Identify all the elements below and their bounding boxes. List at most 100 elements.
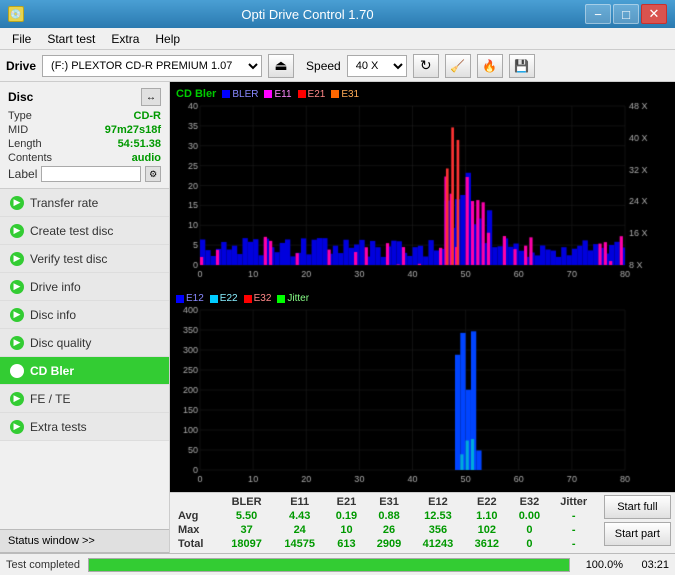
col-header-e22: E22 bbox=[464, 495, 509, 509]
nav-cd-bler[interactable]: ▶ CD Bler bbox=[0, 357, 169, 385]
legend-e31: E31 bbox=[331, 89, 359, 100]
contents-value: audio bbox=[132, 152, 161, 164]
menu-file[interactable]: File bbox=[4, 30, 39, 48]
col-header-e12: E12 bbox=[411, 495, 464, 509]
disc-panel: Disc ↔ Type CD-R MID 97m27s18f Length 54… bbox=[0, 82, 169, 189]
cell-value: - bbox=[550, 509, 598, 523]
maximize-button[interactable]: □ bbox=[613, 4, 639, 24]
nav-icon-quality: ▶ bbox=[10, 336, 24, 350]
nav-extra-tests[interactable]: ▶ Extra tests bbox=[0, 413, 169, 441]
content-area: CD Bler BLER E11 E21 E31 E12 E22 E32 Jit… bbox=[170, 82, 675, 553]
length-label: Length bbox=[8, 138, 42, 150]
legend-e12: E12 bbox=[176, 293, 204, 304]
drive-select[interactable]: (F:) PLEXTOR CD-R PREMIUM 1.07 bbox=[42, 55, 262, 77]
cell-value: 12.53 bbox=[411, 509, 464, 523]
cell-value: 14575 bbox=[273, 537, 326, 551]
menubar: File Start test Extra Help bbox=[0, 28, 675, 50]
chart1-canvas bbox=[170, 102, 675, 283]
action-buttons: Start full Start part bbox=[604, 495, 671, 546]
label-input[interactable] bbox=[41, 166, 141, 182]
data-table-wrapper: BLER E11 E21 E31 E12 E22 E32 Jitter Avg5… bbox=[174, 495, 671, 551]
chart1-name: CD Bler bbox=[176, 88, 216, 100]
progress-bar-inner bbox=[89, 559, 569, 571]
speed-select[interactable]: 40 X bbox=[347, 55, 407, 77]
cell-value: 0.88 bbox=[367, 509, 412, 523]
col-header-e32: E32 bbox=[509, 495, 549, 509]
status-window-button[interactable]: Status window >> bbox=[0, 529, 169, 553]
start-part-button[interactable]: Start part bbox=[604, 522, 671, 546]
nav-disc-info[interactable]: ▶ Disc info bbox=[0, 301, 169, 329]
drivebar: Drive (F:) PLEXTOR CD-R PREMIUM 1.07 ⏏ S… bbox=[0, 50, 675, 82]
chart1-area bbox=[170, 102, 675, 283]
cell-value: 0.00 bbox=[509, 509, 549, 523]
length-value: 54:51.38 bbox=[118, 138, 161, 150]
cell-value: 356 bbox=[411, 523, 464, 537]
refresh-button[interactable]: ↻ bbox=[413, 54, 439, 78]
nav-transfer-rate[interactable]: ▶ Transfer rate bbox=[0, 189, 169, 217]
menu-start-test[interactable]: Start test bbox=[39, 30, 103, 48]
nav-disc-quality[interactable]: ▶ Disc quality bbox=[0, 329, 169, 357]
legend-bler: BLER bbox=[222, 89, 258, 100]
menu-help[interactable]: Help bbox=[147, 30, 188, 48]
close-button[interactable]: ✕ bbox=[641, 4, 667, 24]
table-body: Avg5.504.430.190.8812.531.100.00-Max3724… bbox=[174, 509, 598, 551]
cell-value: 0 bbox=[509, 537, 549, 551]
contents-label: Contents bbox=[8, 152, 52, 164]
cell-value: 10 bbox=[326, 523, 366, 537]
drive-label: Drive bbox=[6, 59, 36, 73]
menu-extra[interactable]: Extra bbox=[103, 30, 147, 48]
cell-value: 0.19 bbox=[326, 509, 366, 523]
status-time: 03:21 bbox=[631, 559, 669, 571]
cell-value: 24 bbox=[273, 523, 326, 537]
status-window-label: Status window >> bbox=[8, 535, 95, 547]
nav-icon-extra: ▶ bbox=[10, 420, 24, 434]
burn-button[interactable]: 🔥 bbox=[477, 54, 503, 78]
nav-drive-info[interactable]: ▶ Drive info bbox=[0, 273, 169, 301]
row-label: Total bbox=[174, 537, 220, 551]
mid-label: MID bbox=[8, 124, 28, 136]
titlebar: 💿 Opti Drive Control 1.70 − □ ✕ bbox=[0, 0, 675, 28]
cell-value: 26 bbox=[367, 523, 412, 537]
disc-title: Disc bbox=[8, 90, 33, 104]
chart1-container: CD Bler BLER E11 E21 E31 bbox=[170, 82, 675, 287]
minimize-button[interactable]: − bbox=[585, 4, 611, 24]
chart2-container: E12 E22 E32 Jitter bbox=[170, 287, 675, 492]
cell-value: 18097 bbox=[220, 537, 273, 551]
nav-icon-verify: ▶ bbox=[10, 252, 24, 266]
legend-e21: E21 bbox=[298, 89, 326, 100]
cell-value: 102 bbox=[464, 523, 509, 537]
disc-refresh-button[interactable]: ↔ bbox=[141, 88, 161, 106]
speed-label: Speed bbox=[306, 59, 341, 73]
nav-verify-test-disc[interactable]: ▶ Verify test disc bbox=[0, 245, 169, 273]
save-button[interactable]: 💾 bbox=[509, 54, 535, 78]
progress-bar-outer bbox=[88, 558, 570, 572]
col-header-e31: E31 bbox=[367, 495, 412, 509]
table-row: Max372410263561020- bbox=[174, 523, 598, 537]
main-area: Disc ↔ Type CD-R MID 97m27s18f Length 54… bbox=[0, 82, 675, 553]
cell-value: 4.43 bbox=[273, 509, 326, 523]
disc-length-row: Length 54:51.38 bbox=[8, 138, 161, 150]
nav-fe-te[interactable]: ▶ FE / TE bbox=[0, 385, 169, 413]
progress-percent: 100.0% bbox=[578, 559, 623, 571]
disc-header: Disc ↔ bbox=[8, 88, 161, 106]
eject-button[interactable]: ⏏ bbox=[268, 54, 294, 78]
mid-value: 97m27s18f bbox=[105, 124, 161, 136]
data-table-area: BLER E11 E21 E31 E12 E22 E32 Jitter Avg5… bbox=[170, 492, 675, 553]
cell-value: 3612 bbox=[464, 537, 509, 551]
window-controls: − □ ✕ bbox=[585, 4, 667, 24]
nav-items: ▶ Transfer rate ▶ Create test disc ▶ Ver… bbox=[0, 189, 169, 529]
nav-create-test-disc[interactable]: ▶ Create test disc bbox=[0, 217, 169, 245]
start-full-button[interactable]: Start full bbox=[604, 495, 671, 519]
nav-icon-disc: ▶ bbox=[10, 308, 24, 322]
cell-value: 2909 bbox=[367, 537, 412, 551]
col-header-e21: E21 bbox=[326, 495, 366, 509]
cell-value: 37 bbox=[220, 523, 273, 537]
col-header-e11: E11 bbox=[273, 495, 326, 509]
type-value: CD-R bbox=[134, 110, 162, 122]
row-label: Avg bbox=[174, 509, 220, 523]
cell-value: 1.10 bbox=[464, 509, 509, 523]
label-label: Label bbox=[8, 167, 37, 181]
label-settings-button[interactable]: ⚙ bbox=[145, 166, 161, 182]
erase-button[interactable]: 🧹 bbox=[445, 54, 471, 78]
row-label: Max bbox=[174, 523, 220, 537]
